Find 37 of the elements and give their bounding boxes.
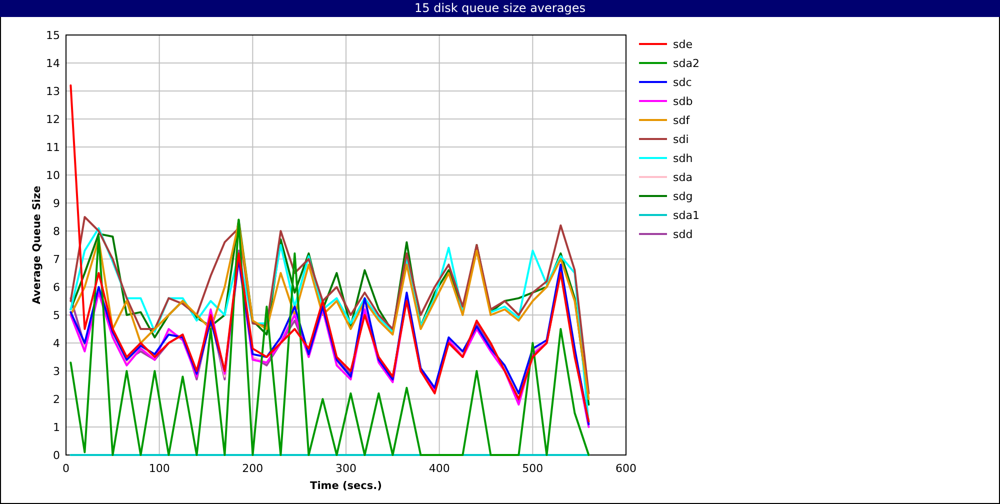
y-tick-label: 10	[46, 169, 60, 182]
x-tick-label: 0	[62, 462, 70, 475]
y-tick-label: 11	[46, 141, 60, 154]
y-tick-label: 13	[46, 85, 60, 98]
legend-label: sdf	[673, 114, 690, 127]
legend-label: sde	[673, 38, 692, 51]
legend-label: sda	[673, 171, 692, 184]
x-tick-label: 300	[336, 462, 356, 475]
y-tick-label: 12	[46, 113, 60, 126]
legend-label: sdb	[673, 95, 693, 108]
x-tick-label: 500	[522, 462, 544, 475]
x-tick-label: 200	[242, 462, 264, 475]
legend-label: sdh	[673, 152, 693, 165]
legend-label: sdg	[673, 190, 693, 203]
legend-label: sdd	[673, 228, 693, 241]
legend-label: sdc	[673, 76, 692, 89]
x-tick-label: 400	[428, 462, 450, 475]
chart-title: 15 disk queue size averages	[0, 0, 1000, 17]
y-axis-label: Average Queue Size	[31, 186, 43, 304]
x-tick-label: 600	[616, 462, 636, 475]
y-tick-label: 5	[53, 309, 60, 322]
y-tick-label: 0	[53, 449, 60, 462]
x-axis-label: Time (secs.)	[310, 480, 382, 492]
y-tick-label: 4	[53, 337, 60, 350]
legend-label: sda1	[673, 209, 700, 222]
y-tick-label: 1	[53, 421, 60, 434]
y-tick-label: 7	[53, 253, 60, 266]
y-tick-label: 8	[53, 225, 60, 238]
x-tick-label: 100	[148, 462, 170, 475]
legend-label: sdi	[673, 133, 689, 146]
y-tick-label: 3	[53, 365, 60, 378]
y-tick-label: 2	[53, 393, 60, 406]
y-tick-label: 15	[46, 29, 60, 42]
y-tick-label: 6	[53, 281, 60, 294]
legend-label: sda2	[673, 57, 700, 70]
y-tick-label: 14	[46, 57, 60, 70]
y-tick-label: 9	[53, 197, 60, 210]
